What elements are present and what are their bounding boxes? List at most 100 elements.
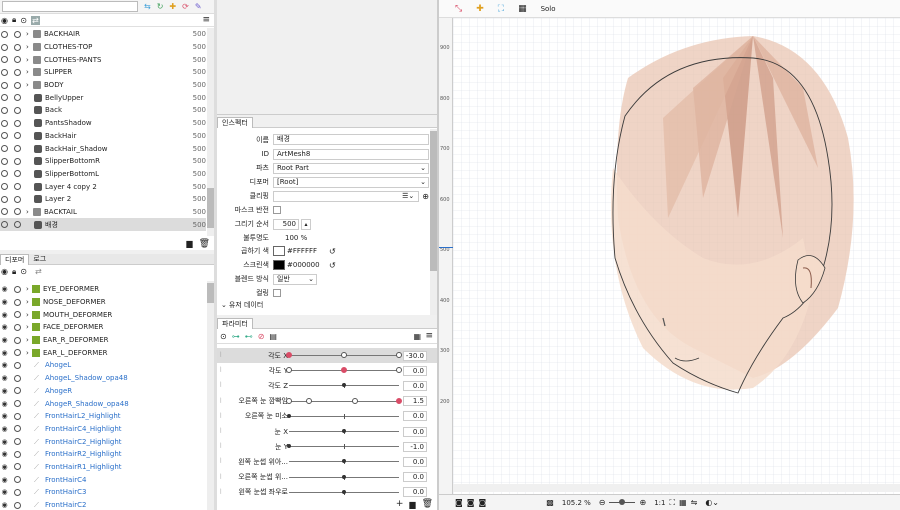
lock-toggle[interactable] — [13, 106, 22, 115]
lock-toggle[interactable] — [13, 182, 22, 191]
lock-toggle[interactable] — [13, 131, 22, 140]
ratio-label[interactable]: 1:1 — [654, 499, 665, 507]
tab-deformer[interactable]: 디포머 — [0, 254, 30, 265]
eye-icon[interactable]: ◉ — [1, 16, 8, 25]
inspector-userdata-row[interactable]: ⌄ 유저 데이터 — [221, 299, 429, 311]
lock-toggle[interactable] — [13, 220, 22, 229]
opacity-value[interactable]: 100 % — [273, 234, 307, 242]
pin-icon[interactable]: ✎ — [195, 2, 202, 11]
link-toggle-icon[interactable]: ⦚ — [220, 442, 230, 451]
visibility-toggle[interactable] — [0, 131, 9, 140]
tab-inspector[interactable]: 인스펙터 — [217, 117, 253, 128]
visibility-toggle[interactable] — [0, 207, 9, 216]
deformer-scrollbar[interactable] — [207, 281, 214, 510]
deformer-row[interactable]: ◉ ⟋ FrontHairC2 — [0, 499, 207, 510]
lock-toggle[interactable] — [13, 386, 22, 395]
folder-add-icon[interactable]: ▆ — [186, 239, 192, 248]
link-icon[interactable]: ⇆ — [144, 2, 151, 11]
table-icon[interactable]: ▤ — [269, 332, 277, 341]
link-toggle-icon[interactable]: ⦚ — [220, 427, 230, 436]
cycle-icon[interactable]: ⟳ — [182, 2, 189, 11]
keyform-knob[interactable] — [286, 367, 292, 374]
lock-toggle[interactable] — [13, 144, 22, 153]
toggle-icon[interactable]: ◐⌄ — [705, 498, 719, 507]
parameter-value[interactable]: 0.0 — [403, 456, 427, 467]
keyform-add-icon[interactable]: ⊶ — [232, 332, 240, 341]
chevron-right-icon[interactable]: › — [26, 30, 32, 38]
visibility-toggle[interactable]: ◉ — [0, 323, 9, 332]
tab-parameter[interactable]: 파라미터 — [217, 318, 253, 329]
slider-dot[interactable] — [342, 474, 346, 479]
deformer-row[interactable]: ◉ ⟋ AhogeL_Shadow_opa48 — [0, 372, 207, 385]
splitter[interactable] — [214, 0, 217, 510]
deformer-select[interactable]: [Root] ⌄ — [273, 176, 429, 188]
puzzle-icon[interactable]: ✚ — [169, 2, 176, 11]
parts-scroll-thumb[interactable] — [207, 188, 214, 228]
parameter-slider[interactable] — [289, 428, 399, 434]
refresh-icon[interactable]: ↻ — [157, 2, 164, 11]
lock-toggle[interactable] — [13, 81, 22, 90]
keyform-knob[interactable] — [396, 352, 402, 358]
visibility-toggle[interactable]: ◉ — [0, 450, 9, 459]
screen-value[interactable]: #000000 — [287, 261, 329, 269]
deformer-scroll-thumb[interactable] — [207, 283, 214, 303]
visibility-toggle[interactable]: ◉ — [0, 399, 9, 408]
grid-icon[interactable]: ▦ — [679, 498, 687, 507]
slider-dot[interactable] — [287, 413, 291, 418]
visibility-toggle[interactable] — [0, 93, 9, 102]
parameter-value[interactable]: 0.0 — [403, 487, 427, 498]
trash-icon[interactable]: 🗑︎ — [422, 499, 433, 509]
link-toggle-icon[interactable]: ⦚ — [220, 366, 230, 375]
parts-select[interactable]: Root Part ⌄ — [273, 162, 429, 174]
calculator-icon[interactable]: ▦ — [413, 332, 421, 341]
parameter-value[interactable]: 0.0 — [403, 411, 427, 422]
visibility-toggle[interactable] — [0, 169, 9, 178]
parameter-slider[interactable] — [287, 444, 399, 450]
parameter-slider[interactable] — [286, 397, 402, 404]
parameter-value[interactable]: 1.5 — [403, 396, 427, 407]
keyform-knob[interactable] — [341, 367, 347, 374]
parts-row[interactable]: › BODY 500 — [0, 79, 206, 92]
deformer-row[interactable]: ◉ ⟋ AhogeR — [0, 385, 207, 398]
parameter-value[interactable]: -30.0 — [403, 350, 427, 361]
visibility-toggle[interactable] — [0, 106, 9, 115]
visibility-toggle[interactable]: ◉ — [0, 475, 9, 484]
parts-row[interactable]: BackHair_Shadow 500 — [0, 142, 206, 155]
lock-toggle[interactable] — [13, 93, 22, 102]
screen-swatch[interactable] — [273, 260, 285, 270]
lock-icon[interactable]: 🔒︎ — [12, 15, 16, 25]
deformer-row[interactable]: ◉ ⟋ FrontHairR2_Highlight — [0, 448, 207, 461]
parameter-value[interactable]: 0.0 — [403, 426, 427, 437]
deformer-row[interactable]: ◉ ⟋ AhogeL — [0, 359, 207, 372]
lock-toggle[interactable] — [13, 475, 22, 484]
visibility-toggle[interactable]: ◉ — [0, 501, 9, 510]
camera-icon[interactable]: ◙ — [467, 498, 475, 507]
visibility-toggle[interactable] — [0, 81, 9, 90]
eye-icon[interactable]: ◉ — [1, 267, 8, 276]
keyform-knob[interactable] — [286, 397, 292, 404]
deformer-row[interactable]: ◉ ⟋ FrontHairC4 — [0, 473, 207, 486]
keyform-knob[interactable] — [341, 352, 347, 358]
slider-dot[interactable] — [342, 383, 346, 388]
parts-row[interactable]: › CLOTHES-PANTS 500 — [0, 53, 206, 66]
deformer-row[interactable]: ◉ › NOSE_DEFORMER — [0, 296, 207, 309]
checker-icon[interactable]: ▩ — [546, 498, 554, 507]
play-icon[interactable]: ⊙ — [220, 332, 227, 341]
clipping-field[interactable]: ☰⌄ — [273, 190, 420, 202]
keyform-knob[interactable] — [396, 397, 402, 404]
chevron-right-icon[interactable]: › — [26, 81, 32, 89]
parameter-row[interactable]: ⦚ 각도 Z 0.0 — [217, 378, 437, 393]
canvas-scrollbar[interactable] — [453, 484, 900, 492]
deformer-row[interactable]: ◉ › EYE_DEFORMER — [0, 283, 207, 296]
name-field[interactable]: 배경 — [273, 134, 429, 145]
visibility-toggle[interactable] — [0, 55, 9, 64]
slider-dot[interactable] — [342, 459, 346, 464]
visibility-toggle[interactable]: ◉ — [0, 437, 9, 446]
lock-icon[interactable]: 🔒︎ — [12, 267, 16, 277]
lock-toggle[interactable] — [13, 450, 22, 459]
visibility-toggle[interactable] — [0, 157, 9, 166]
reset-icon[interactable]: ↺ — [329, 247, 336, 256]
camera-icon[interactable]: ◙ — [479, 498, 487, 507]
parameter-slider[interactable] — [286, 352, 402, 358]
zoom-slider-knob[interactable] — [619, 499, 626, 505]
